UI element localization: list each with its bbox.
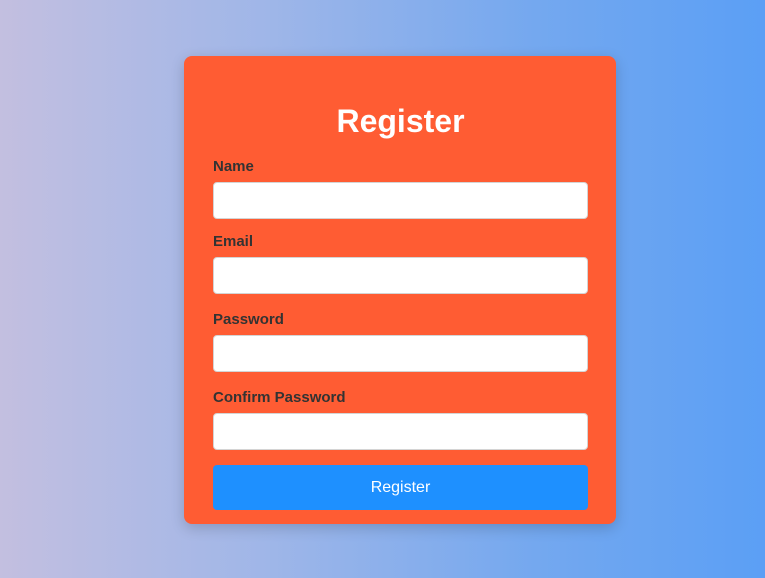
- password-field-group: Password: [213, 311, 588, 372]
- confirm-password-field-group: Confirm Password: [213, 389, 588, 450]
- email-field-group: Email: [213, 233, 588, 294]
- password-input[interactable]: [213, 335, 588, 372]
- password-label: Password: [213, 311, 284, 328]
- email-input[interactable]: [213, 257, 588, 294]
- name-input[interactable]: [213, 182, 588, 219]
- name-field-group: Name: [213, 158, 588, 219]
- confirm-password-label: Confirm Password: [213, 389, 346, 406]
- name-label: Name: [213, 158, 254, 175]
- register-card: Register Name Email Password Confirm Pas…: [184, 56, 616, 524]
- register-button[interactable]: Register: [213, 465, 588, 510]
- email-label: Email: [213, 233, 254, 250]
- page-title: Register: [336, 103, 465, 139]
- confirm-password-input[interactable]: [213, 413, 588, 450]
